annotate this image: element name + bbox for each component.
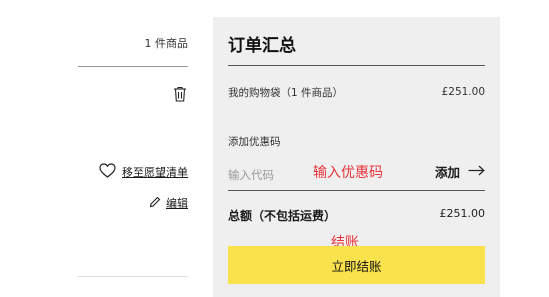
arrow-right-icon	[468, 164, 485, 179]
wishlist-label: 移至愿望清单	[122, 166, 188, 179]
trash-icon[interactable]	[173, 86, 187, 102]
title-divider	[228, 65, 485, 66]
item-count: 1 件商品	[144, 37, 189, 50]
order-summary-panel: 订单汇总 我的购物袋（1 件商品） £251.00 添加优惠码 输入优惠码 添加…	[213, 17, 500, 297]
order-summary-title: 订单汇总	[228, 36, 296, 56]
edit-link[interactable]: 编辑	[149, 195, 188, 211]
pencil-icon	[149, 196, 161, 211]
move-to-wishlist-link[interactable]: 移至愿望清单	[99, 163, 188, 181]
promo-divider	[228, 190, 485, 191]
bag-price: £251.00	[441, 86, 485, 98]
total-value: £251.00	[439, 207, 486, 220]
item-bottom-divider	[78, 276, 188, 277]
cart-item-column: 1 件商品 移至愿望清单 编辑	[0, 0, 200, 297]
promo-add-button[interactable]: 添加	[435, 162, 485, 181]
item-divider	[78, 66, 188, 67]
edit-label: 编辑	[166, 197, 188, 210]
promo-code-heading: 添加优惠码	[228, 136, 281, 148]
heart-icon	[99, 163, 116, 181]
promo-add-label: 添加	[434, 165, 460, 180]
promo-annotation: 输入优惠码	[313, 165, 383, 181]
total-label: 总额（不包括运费）	[228, 209, 337, 223]
checkout-button[interactable]: 立即结账	[228, 246, 485, 284]
bag-label: 我的购物袋（1 件商品）	[228, 87, 344, 99]
